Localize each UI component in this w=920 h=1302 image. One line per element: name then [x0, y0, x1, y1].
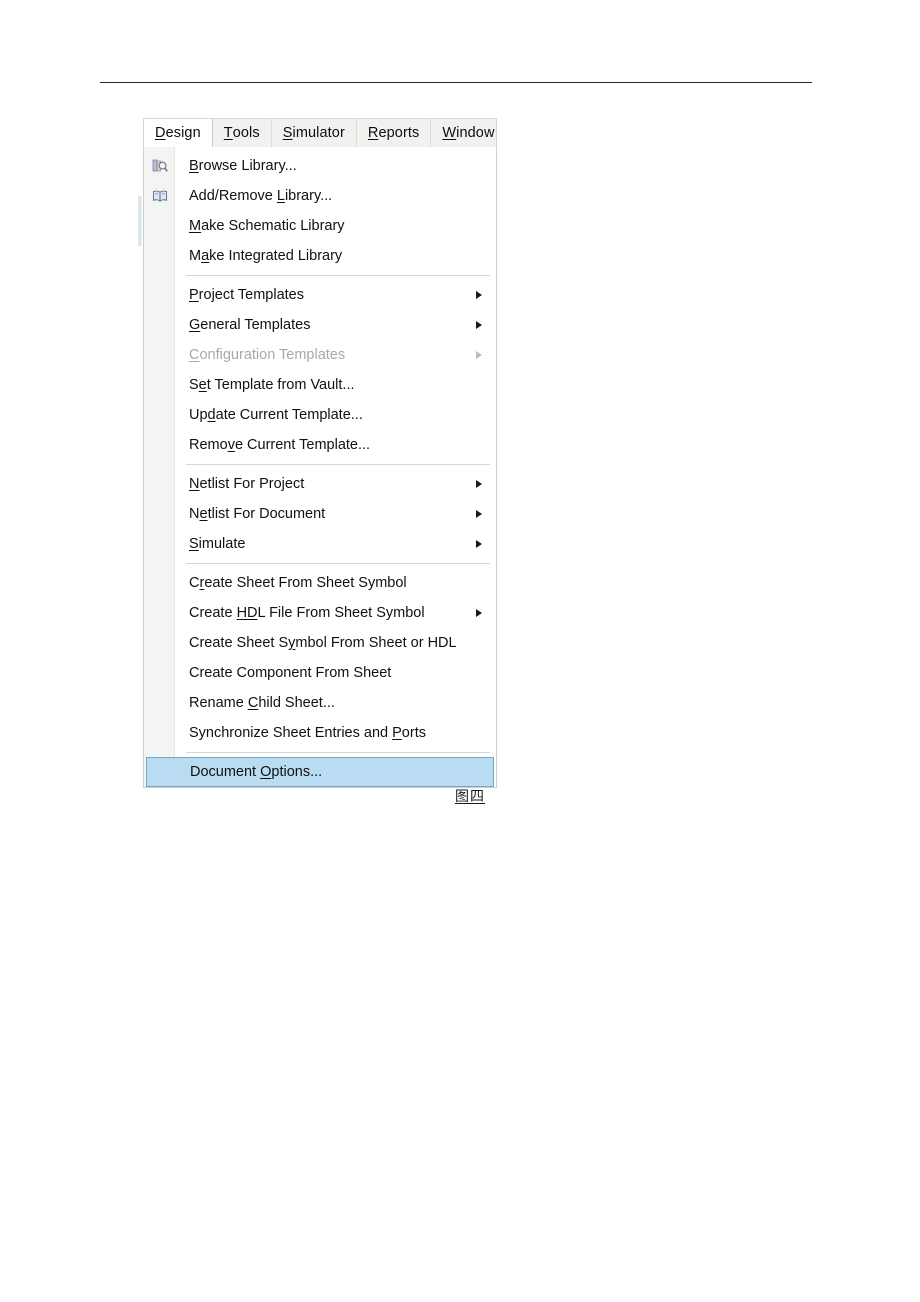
browse-library-icon — [151, 157, 169, 175]
menu-item-label: Create HDL File From Sheet Symbol — [189, 605, 425, 621]
document-page: Design Tools Simulator Reports Window Browse… — [0, 0, 920, 1302]
menu-item-list: Browse Library... Add/Remove Library... Ma… — [144, 151, 496, 787]
submenu-arrow-icon — [476, 609, 482, 617]
menu-item-set-template-from-vault[interactable]: Set Template from Vault... — [144, 370, 496, 400]
menu-separator — [144, 460, 496, 469]
menu-item-label: Project Templates — [189, 287, 304, 303]
menu-item-project-templates[interactable]: Project Templates — [144, 280, 496, 310]
menu-item-create-sheet-from-sheet-symbol[interactable]: Create Sheet From Sheet Symbol — [144, 568, 496, 598]
menu-separator — [144, 748, 496, 757]
menu-item-label: General Templates — [189, 317, 311, 333]
menu-item-label: Simulate — [189, 536, 246, 552]
menu-item-remove-current-template[interactable]: Remove Current Template... — [144, 430, 496, 460]
submenu-arrow-icon — [476, 291, 482, 299]
menu-item-label: Create Sheet Symbol From Sheet or HDL — [189, 635, 457, 651]
menu-item-label: Add/Remove Library... — [189, 188, 333, 204]
document-header-rule — [100, 82, 812, 83]
menu-item-make-integrated-library[interactable]: Make Integrated Library — [144, 241, 496, 271]
menu-item-rename-child-sheet[interactable]: Rename Child Sheet... — [144, 688, 496, 718]
menu-item-label: Synchronize Sheet Entries and Ports — [189, 725, 426, 741]
menubar-tab-design[interactable]: Design — [144, 119, 213, 147]
menubar-tab-tools[interactable]: Tools — [213, 119, 272, 147]
menu-item-label: Remove Current Template... — [189, 437, 371, 453]
menu-item-create-sheet-symbol-from-sheet-or-hdl[interactable]: Create Sheet Symbol From Sheet or HDL — [144, 628, 496, 658]
menu-item-label: Create Component From Sheet — [189, 665, 392, 681]
menu-item-label: Create Sheet From Sheet Symbol — [189, 575, 407, 591]
menu-item-configuration-templates: Configuration Templates — [144, 340, 496, 370]
menu-item-add-remove-library[interactable]: Add/Remove Library... — [144, 181, 496, 211]
menu-item-document-options[interactable]: Document Options... — [146, 757, 494, 787]
menu-item-netlist-for-document[interactable]: Netlist For Document — [144, 499, 496, 529]
submenu-arrow-icon — [476, 480, 482, 488]
menu-item-label: Make Schematic Library — [189, 218, 345, 234]
submenu-arrow-icon — [476, 351, 482, 359]
menu-separator — [144, 559, 496, 568]
menu-item-browse-library[interactable]: Browse Library... — [144, 151, 496, 181]
menu-item-create-component-from-sheet[interactable]: Create Component From Sheet — [144, 658, 496, 688]
menu-item-label: Make Integrated Library — [189, 248, 343, 264]
menu-item-label: Configuration Templates — [189, 347, 346, 363]
scrollbar-artifact — [138, 196, 142, 246]
menu-item-update-current-template[interactable]: Update Current Template... — [144, 400, 496, 430]
menu-item-label: Rename Child Sheet... — [189, 695, 335, 711]
menubar-tab-window[interactable]: Window — [431, 119, 505, 147]
menu-item-label: Update Current Template... — [189, 407, 363, 423]
menubar-tab-reports[interactable]: Reports — [357, 119, 432, 147]
figure-caption: 图四 — [455, 789, 485, 805]
menu-item-label: Document Options... — [190, 764, 323, 780]
menubar-tab-simulator[interactable]: Simulator — [272, 119, 357, 147]
design-menu-widget: Design Tools Simulator Reports Window Browse… — [138, 118, 497, 788]
menu-item-label: Set Template from Vault... — [189, 377, 355, 393]
menu-item-label: Netlist For Project — [189, 476, 305, 492]
design-dropdown-menu: Browse Library... Add/Remove Library... Ma… — [143, 147, 497, 788]
menu-separator — [144, 271, 496, 280]
menu-item-simulate[interactable]: Simulate — [144, 529, 496, 559]
add-remove-library-icon — [151, 187, 169, 205]
menubar: Design Tools Simulator Reports Window — [143, 118, 497, 147]
menu-item-synchronize-sheet-entries-and-ports[interactable]: Synchronize Sheet Entries and Ports — [144, 718, 496, 748]
menu-item-make-schematic-library[interactable]: Make Schematic Library — [144, 211, 496, 241]
menu-item-general-templates[interactable]: General Templates — [144, 310, 496, 340]
menu-item-label: Netlist For Document — [189, 506, 326, 522]
menu-item-create-hdl-file-from-sheet-symbol[interactable]: Create HDL File From Sheet Symbol — [144, 598, 496, 628]
menu-item-label: Browse Library... — [189, 158, 297, 174]
submenu-arrow-icon — [476, 540, 482, 548]
submenu-arrow-icon — [476, 321, 482, 329]
menu-item-netlist-for-project[interactable]: Netlist For Project — [144, 469, 496, 499]
submenu-arrow-icon — [476, 510, 482, 518]
